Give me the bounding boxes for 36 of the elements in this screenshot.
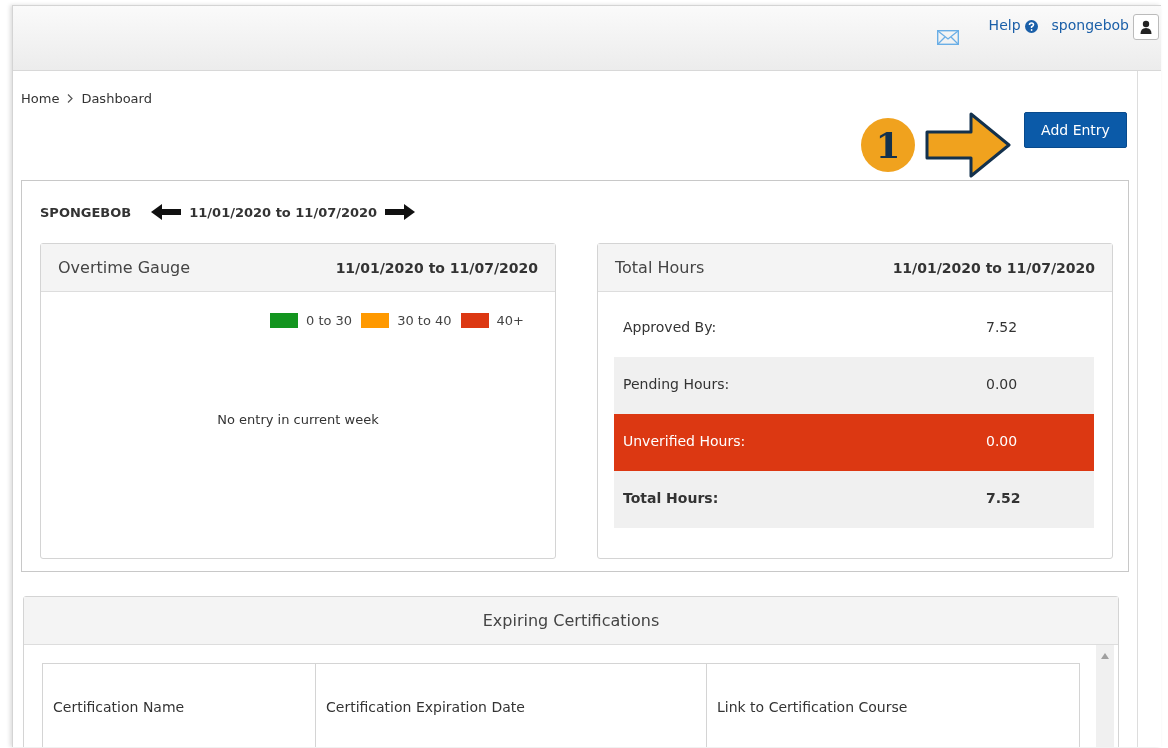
hours-value: 0.00: [986, 432, 1019, 449]
arrow-icon: [925, 112, 1011, 178]
hours-value: 7.52: [986, 318, 1019, 335]
hours-label: Approved By:: [623, 318, 718, 335]
empty-message: No entry in current week: [216, 412, 380, 427]
hours-label: Unverified Hours:: [623, 432, 747, 449]
hours-label: Total Hours:: [623, 489, 720, 506]
legend-label: 0 to 30: [306, 313, 353, 328]
breadcrumb-item[interactable]: Dashboard: [81, 91, 152, 106]
chevron-icon: [67, 94, 74, 103]
step-badge: 1: [861, 118, 915, 172]
period-label: 11/01/2020 to 11/07/2020: [189, 204, 378, 220]
hours-label: Pending Hours:: [623, 375, 731, 392]
help-icon[interactable]: [1024, 20, 1038, 33]
hours-value: 7.52: [986, 489, 1022, 506]
card-title: Total Hours: [615, 258, 705, 277]
user-menu-button[interactable]: [1133, 14, 1159, 40]
employee-name: SPONGEBOB: [40, 204, 132, 220]
next-arrow-icon[interactable]: [385, 204, 416, 220]
breadcrumb-item[interactable]: Home: [21, 91, 60, 106]
column-header: Link to Certification Course: [706, 663, 1080, 747]
hours-value: 0.00: [986, 375, 1019, 392]
previous-arrow-icon[interactable]: [151, 204, 182, 220]
add-entry-button[interactable]: Add Entry: [1024, 112, 1127, 148]
card-period: 11/01/2020 to 11/07/2020: [335, 259, 538, 276]
user-name-link[interactable]: spongebob: [1051, 17, 1129, 33]
column-header: Certification Expiration Date: [315, 663, 707, 747]
person-icon: [1140, 20, 1152, 34]
card-title: Overtime Gauge: [58, 258, 191, 277]
help-link[interactable]: Help: [988, 17, 1021, 33]
column-header: Certification Name: [42, 663, 316, 747]
legend-label: 30 to 40: [397, 313, 452, 328]
scrollbar[interactable]: [1096, 645, 1114, 747]
panel-title: Expiring Certifications: [24, 597, 1118, 645]
legend-label: 40+: [496, 313, 524, 328]
card-period: 11/01/2020 to 11/07/2020: [892, 259, 1095, 276]
